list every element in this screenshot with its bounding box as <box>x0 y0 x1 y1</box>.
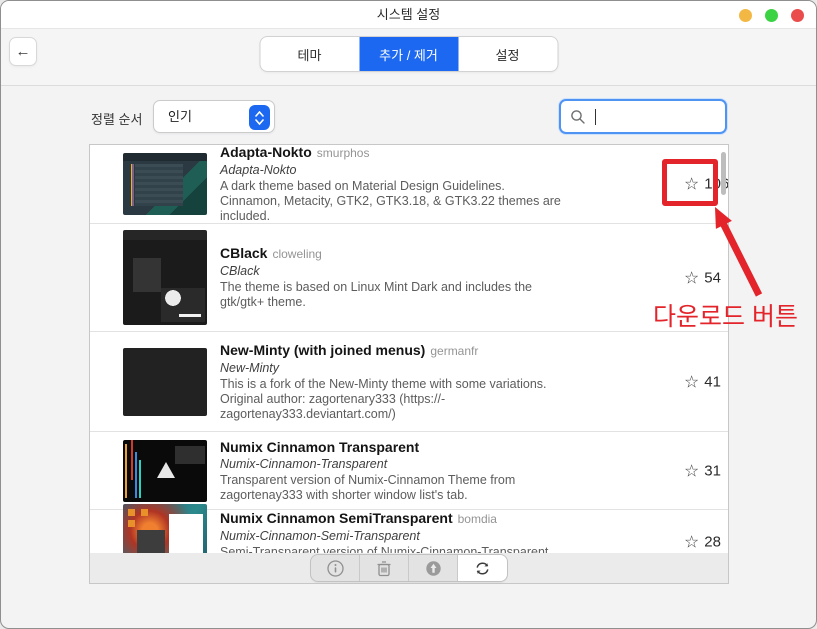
item-description: A dark theme based on Material Design Gu… <box>220 179 561 224</box>
star-count: 41 <box>704 373 721 390</box>
item-title: CBlackcloweling <box>220 245 561 263</box>
star-count: 31 <box>704 462 721 479</box>
refresh-icon <box>474 560 491 577</box>
item-rating: ☆ 31 <box>684 462 721 479</box>
info-button[interactable] <box>311 555 360 581</box>
system-settings-window: 시스템 설정 ← 테마 추가 / 제거 설정 정렬 순서 인기 A <box>0 0 817 629</box>
sort-order-select[interactable]: 인기 <box>153 100 275 133</box>
item-thumbnail <box>123 348 207 416</box>
item-title: New-Minty (with joined menus)germanfr <box>220 342 561 360</box>
tab-themes[interactable]: 테마 <box>260 37 359 71</box>
window-controls <box>739 9 804 22</box>
search-icon <box>570 109 586 125</box>
list-item[interactable]: Numix Cinnamon Transparent Numix-Cinnamo… <box>90 432 728 510</box>
item-subtitle: Adapta-Nokto <box>220 163 561 178</box>
star-icon: ☆ <box>684 176 699 193</box>
item-description: This is a fork of the New-Minty theme wi… <box>220 377 561 422</box>
tab-add-remove[interactable]: 추가 / 제거 <box>359 37 458 71</box>
sort-selected-value: 인기 <box>168 101 192 132</box>
item-subtitle: CBlack <box>220 264 561 279</box>
list-item[interactable]: CBlackcloweling CBlack The theme is base… <box>90 224 728 332</box>
item-subtitle: Numix-Cinnamon-Transparent <box>220 457 561 472</box>
bottom-toolbar <box>90 553 728 583</box>
tab-settings[interactable]: 설정 <box>458 37 557 71</box>
star-icon: ☆ <box>684 462 699 479</box>
theme-list-panel: Adapta-Noktosmurphos Adapta-Nokto A dark… <box>89 144 729 584</box>
item-thumbnail <box>123 440 207 502</box>
item-author: bomdia <box>458 512 497 526</box>
item-title: Adapta-Noktosmurphos <box>220 145 561 162</box>
item-thumbnail <box>123 230 207 325</box>
star-count: 28 <box>704 534 721 551</box>
uninstall-button[interactable] <box>360 555 409 581</box>
item-description: Semi-Transparent version of Numix-Cinnam… <box>220 545 561 554</box>
item-text: CBlackcloweling CBlack The theme is base… <box>220 245 561 310</box>
item-subtitle: Numix-Cinnamon-Semi-Transparent <box>220 529 561 544</box>
star-count: 54 <box>704 269 721 286</box>
item-text: Numix Cinnamon Transparent Numix-Cinnamo… <box>220 439 561 503</box>
toolbar-button-group <box>310 554 508 582</box>
refresh-button[interactable] <box>458 555 507 581</box>
update-button[interactable] <box>409 555 458 581</box>
minimize-button[interactable] <box>739 9 752 22</box>
list-item[interactable]: New-Minty (with joined menus)germanfr Ne… <box>90 332 728 432</box>
item-title: Numix Cinnamon Transparent <box>220 439 561 456</box>
theme-list: Adapta-Noktosmurphos Adapta-Nokto A dark… <box>90 145 728 553</box>
item-thumbnail <box>123 504 207 553</box>
item-subtitle: New-Minty <box>220 361 561 376</box>
select-spinner-icon <box>249 105 270 130</box>
item-text: New-Minty (with joined menus)germanfr Ne… <box>220 342 561 422</box>
item-text: Adapta-Noktosmurphos Adapta-Nokto A dark… <box>220 145 561 224</box>
item-author: smurphos <box>317 146 370 160</box>
item-author: cloweling <box>272 247 321 261</box>
item-text: Numix Cinnamon SemiTransparentbomdia Num… <box>220 510 561 554</box>
star-icon: ☆ <box>684 269 699 286</box>
titlebar: 시스템 설정 <box>1 1 816 29</box>
item-description: Transparent version of Numix-Cinnamon Th… <box>220 473 561 503</box>
item-title: Numix Cinnamon SemiTransparentbomdia <box>220 510 561 528</box>
item-thumbnail <box>123 153 207 215</box>
text-cursor <box>595 109 596 125</box>
item-rating: ☆ 54 <box>684 269 721 286</box>
star-icon: ☆ <box>684 534 699 551</box>
list-item[interactable]: Adapta-Noktosmurphos Adapta-Nokto A dark… <box>90 145 728 224</box>
scrollbar-thumb[interactable] <box>721 152 726 195</box>
close-button[interactable] <box>791 9 804 22</box>
item-rating: ☆ 28 <box>684 534 721 551</box>
item-rating: ☆ 41 <box>684 373 721 390</box>
back-arrow-icon: ← <box>16 43 31 60</box>
search-input[interactable] <box>559 99 727 134</box>
star-icon: ☆ <box>684 373 699 390</box>
trash-icon <box>376 560 392 577</box>
header-bar: ← 테마 추가 / 제거 설정 <box>1 29 816 86</box>
window-title: 시스템 설정 <box>1 1 816 29</box>
list-item[interactable]: Numix Cinnamon SemiTransparentbomdia Num… <box>90 510 728 553</box>
info-icon <box>327 560 344 577</box>
update-icon <box>425 560 442 577</box>
tab-switcher: 테마 추가 / 제거 설정 <box>259 36 558 72</box>
maximize-button[interactable] <box>765 9 778 22</box>
item-author: germanfr <box>430 344 478 358</box>
item-description: The theme is based on Linux Mint Dark an… <box>220 280 561 310</box>
back-button[interactable]: ← <box>9 37 37 66</box>
sort-order-label: 정렬 순서 <box>91 109 142 128</box>
